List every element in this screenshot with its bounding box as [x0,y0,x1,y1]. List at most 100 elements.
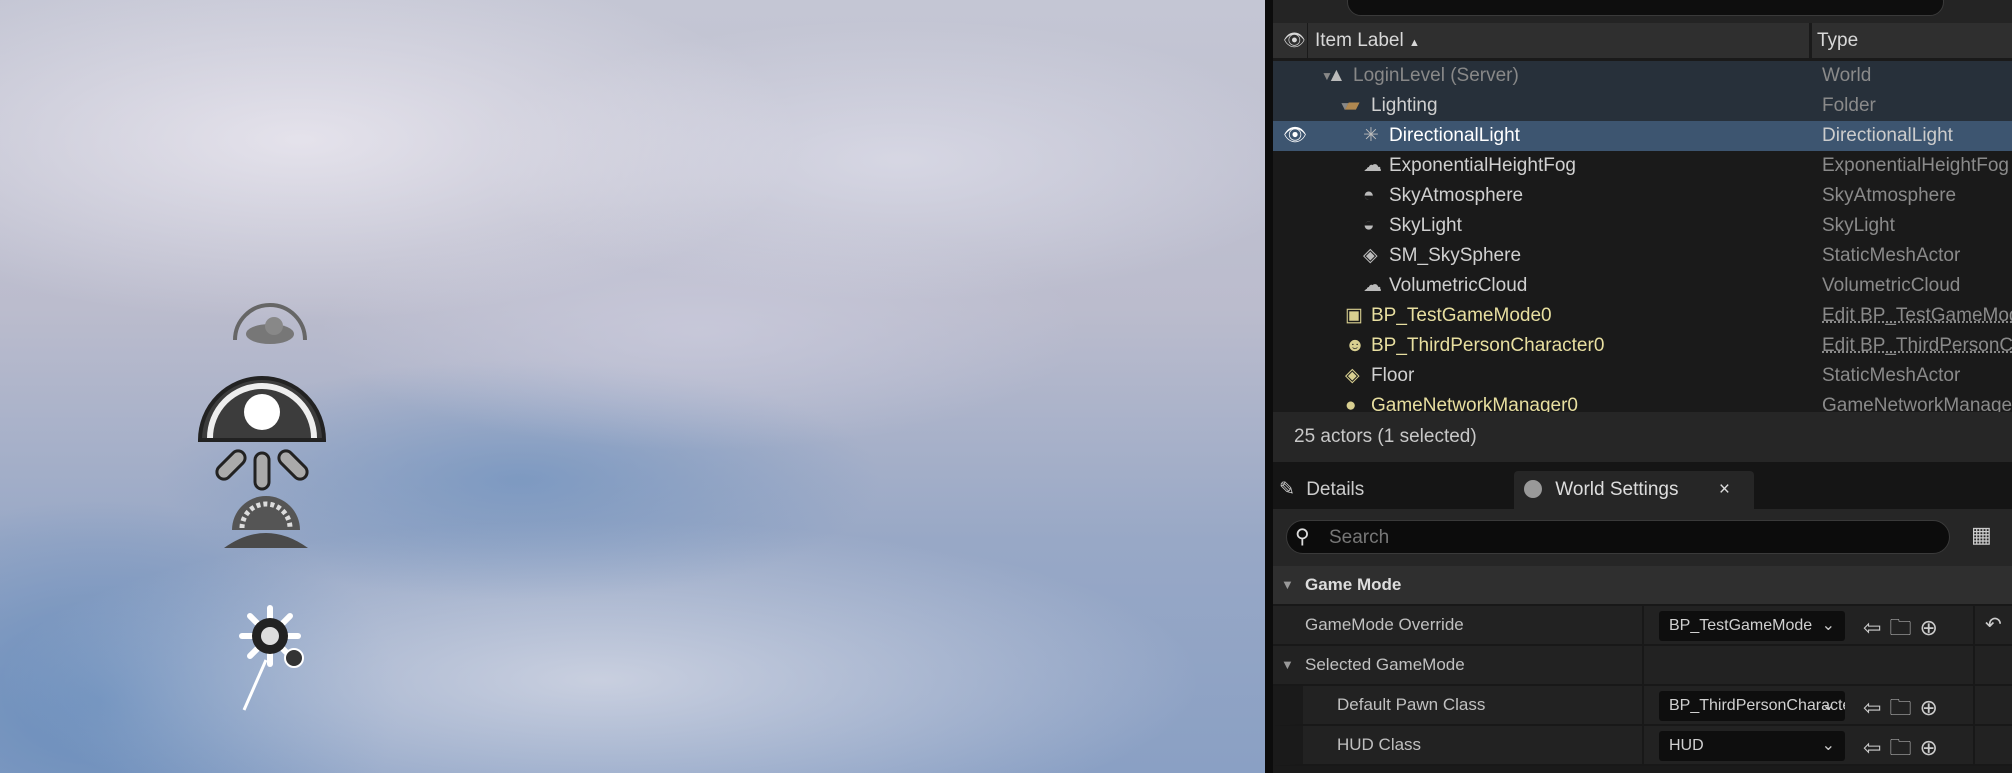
folder-icon: ▰ [1345,95,1360,116]
row-type: Folder [1822,95,1876,116]
details-pencil-icon: ✎ [1279,479,1295,500]
outliner-row[interactable]: ● GameNetworkManager0 GameNetworkManager [1273,391,2012,412]
reset-to-default-icon[interactable]: ↶ [1985,612,2002,637]
edit-blueprint-link[interactable]: Edit BP_TestGameMode [1822,301,2012,331]
row-label: VolumetricCloud [1389,275,1528,296]
static-mesh-icon: ◈ [1363,245,1378,266]
category-game-mode[interactable]: ▼ Game Mode [1273,566,2012,606]
outliner-row[interactable]: ◈ SM_SkySphere StaticMeshActor [1273,241,2012,271]
sky-light-icon: ◒ [1363,215,1375,236]
static-mesh-icon: ◈ [1345,365,1360,386]
row-label: GameNetworkManager0 [1371,395,1578,412]
expand-arrow-icon: ▼ [1281,657,1294,672]
property-hud-class: HUD Class HUD ⌄ ⇦🗀⊕ [1273,726,2012,766]
edit-blueprint-link[interactable]: Edit BP_ThirdPersonCharacter [1822,331,2012,361]
use-selected-icon[interactable]: ⇦ [1863,615,1889,640]
row-type: StaticMeshActor [1822,365,1961,386]
close-tab-icon[interactable]: × [1719,471,1730,509]
row-type: VolumetricCloud [1822,275,1961,296]
table-view-icon[interactable]: ▦ [1971,522,1992,548]
chevron-down-icon: ⌄ [1821,697,1835,714]
globe-icon [1524,480,1542,498]
row-label: DirectionalLight [1389,125,1520,146]
outliner-row[interactable]: ▣ BP_TestGameMode0 Edit BP_TestGameMode [1273,301,2012,331]
row-type: DirectionalLight [1822,125,1953,146]
row-label: SkyLight [1389,215,1462,236]
property-gamemode-override: GameMode Override BP_TestGameMode ⌄ ⇦🗀⊕ ↶ [1273,606,2012,646]
fog-icon: ☁ [1363,155,1382,176]
world-icon: ▲ [1327,65,1346,86]
category-label: Game Mode [1305,575,1402,594]
visibility-eye-icon[interactable]: 👁 [1283,121,1307,151]
viewport-actor-icons [197,303,327,711]
sky-atmosphere-icon: ◓ [1363,185,1375,206]
row-type: ExponentialHeightFog [1822,155,2009,176]
row-label: LoginLevel (Server) [1353,65,1519,86]
combo-value: HUD [1669,737,1704,754]
volumetric-cloud-icon[interactable] [233,303,307,344]
row-label: SM_SkySphere [1389,245,1522,266]
property-label: Selected GameMode [1305,655,1465,674]
search-placeholder: Search [1329,527,1390,548]
property-label: GameMode Override [1305,615,1464,634]
tab-world-settings-label: World Settings [1555,479,1679,500]
add-icon[interactable]: ⊕ [1919,695,1945,720]
add-icon[interactable]: ⊕ [1919,735,1945,760]
character-icon: ☻ [1345,335,1365,356]
outliner-row[interactable]: 👁 ✳ DirectionalLight DirectionalLight [1273,121,2012,151]
row-type: GameNetworkManager [1822,395,2012,412]
row-label: SkyAtmosphere [1389,185,1524,206]
level-viewport[interactable] [0,0,1265,773]
add-icon[interactable]: ⊕ [1919,615,1945,640]
outliner-row[interactable]: ◈ Floor StaticMeshActor [1273,361,2012,391]
outliner-row[interactable]: ◓ SkyAtmosphere SkyAtmosphere [1273,181,2012,211]
browse-icon[interactable]: 🗀 [1889,615,1919,640]
row-label: Floor [1371,365,1415,386]
sky-atmosphere-icon[interactable] [224,496,308,548]
property-label: Default Pawn Class [1337,695,1486,714]
panel-splitter[interactable] [1265,0,1273,773]
row-label: BP_TestGameMode0 [1371,305,1552,326]
outliner-row[interactable]: ☻ BP_ThirdPersonCharacter0 Edit BP_ThirdPe… [1273,331,2012,361]
use-selected-icon[interactable]: ⇦ [1863,695,1889,720]
row-label: ExponentialHeightFog [1389,155,1576,176]
tab-details[interactable]: ✎ Details [1279,471,1499,509]
directional-light-icon[interactable] [239,605,304,711]
details-search-input[interactable]: ⚲ Search [1286,520,1950,554]
actor-icon: ● [1345,395,1357,412]
row-label: Lighting [1371,95,1438,116]
outliner-row[interactable]: ◒ SkyLight SkyLight [1273,211,2012,241]
asset-buttons: ⇦🗀⊕ [1863,731,1946,769]
asset-buttons: ⇦🗀⊕ [1863,691,1946,729]
chevron-down-icon: ⌄ [1821,617,1835,634]
property-default-pawn-class: Default Pawn Class BP_ThirdPersonCharact… [1273,686,2012,726]
row-type: StaticMeshActor [1822,245,1961,266]
use-selected-icon[interactable]: ⇦ [1863,735,1889,760]
hud-class-combo[interactable]: HUD ⌄ [1659,731,1845,761]
property-label: HUD Class [1337,735,1422,754]
outliner-row[interactable]: ☁ VolumetricCloud VolumetricCloud [1273,271,2012,301]
gamemode-override-combo[interactable]: BP_TestGameMode ⌄ [1659,611,1845,641]
editor-side-panel: 👁 Item Label ▲ Type ▼ ▲ LoginLevel (Server… [1273,0,2012,773]
outliner-row[interactable]: ☁ ExponentialHeightFog ExponentialHeightFo… [1273,151,2012,181]
browse-icon[interactable]: 🗀 [1889,695,1919,720]
directional-light-icon: ✳ [1363,125,1379,146]
default-pawn-combo[interactable]: BP_ThirdPersonCharacter ⌄ [1659,691,1845,721]
row-type: SkyLight [1822,215,1895,236]
asset-buttons: ⇦🗀⊕ [1863,611,1946,649]
sky-light-icon[interactable] [197,376,327,491]
search-icon: ⚲ [1295,526,1310,548]
outliner-row[interactable]: ▼ ▲ LoginLevel (Server) World [1273,61,2012,91]
row-label: BP_ThirdPersonCharacter0 [1371,335,1605,356]
combo-value: BP_ThirdPersonCharacter [1669,697,1845,714]
row-type: World [1822,65,1872,86]
chevron-down-icon: ⌄ [1821,737,1835,754]
actor-count-status: 25 actors (1 selected) [1273,412,2012,462]
outliner-row[interactable]: ▼ ▰ Lighting Folder [1273,91,2012,121]
tab-world-settings[interactable]: World Settings × [1514,471,1754,509]
details-tab-bar: ✎ Details World Settings × [1273,462,2012,509]
game-mode-icon: ▣ [1345,305,1363,326]
combo-value: BP_TestGameMode [1669,617,1813,634]
browse-icon[interactable]: 🗀 [1889,735,1919,760]
category-selected-gamemode[interactable]: ▼ Selected GameMode [1273,646,2012,686]
